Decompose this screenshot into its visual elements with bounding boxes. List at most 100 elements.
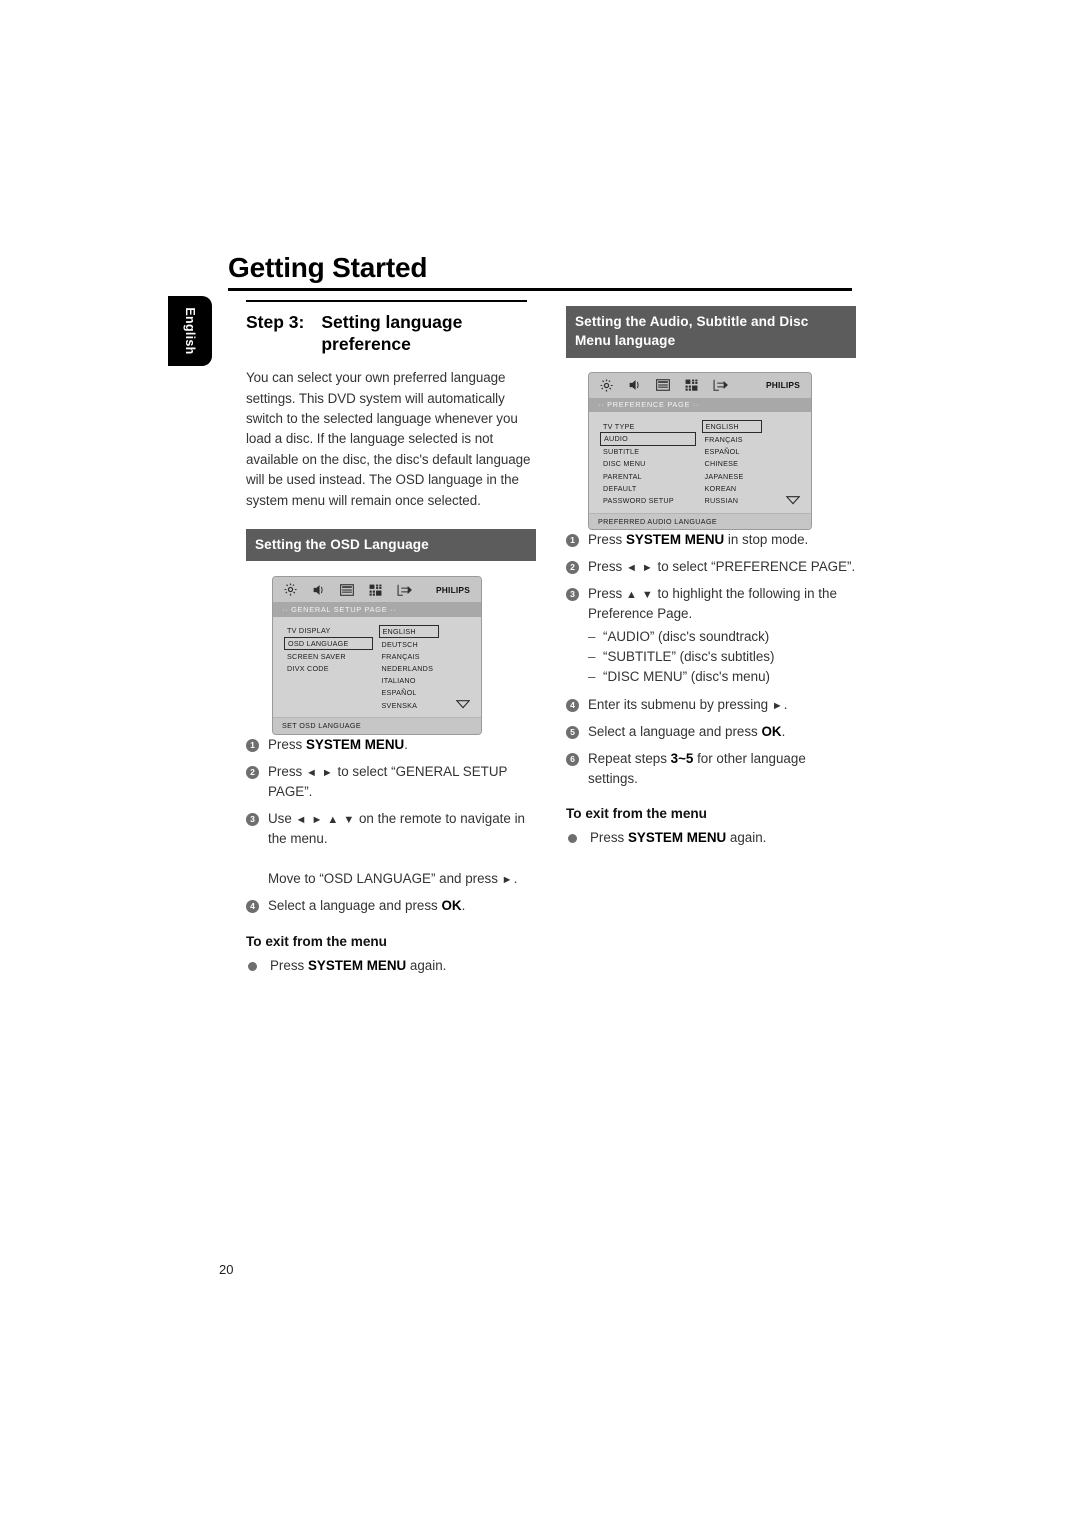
step-marker: 4 xyxy=(566,698,579,712)
section-header-osd-language: Setting the OSD Language xyxy=(246,528,536,562)
list-item: Press SYSTEM MENU again. xyxy=(246,956,536,976)
step-text: Press SYSTEM MENU in stop mode. xyxy=(588,532,809,548)
step-marker: 2 xyxy=(246,765,259,779)
pref-option[interactable]: KOREAN xyxy=(702,482,804,494)
list-item: 3 Press ▲ ▼ to highlight the following i… xyxy=(566,584,856,688)
exit-menu-list: Press SYSTEM MENU again. xyxy=(566,828,856,848)
step-marker: 2 xyxy=(566,561,579,575)
dash-marker: – xyxy=(588,669,596,685)
pref-menu-item[interactable]: TV TYPE xyxy=(600,420,702,432)
list-item: 4 Select a language and press OK. xyxy=(246,896,536,916)
osd-screen-body: TV DISPLAY OSD LANGUAGE SCREEN SAVER DIV… xyxy=(273,616,481,718)
intro-paragraph: You can select your own preferred langua… xyxy=(246,370,531,508)
exit-arrow-icon xyxy=(713,379,729,391)
osd-option[interactable]: NEDERLANDS xyxy=(379,662,474,674)
left-column: Step 3: Setting language preference You … xyxy=(246,300,536,983)
title-rule xyxy=(228,288,852,291)
step-text: Press ◄ ► to select “PREFERENCE PAGE”. xyxy=(588,559,856,575)
osd-menu-item[interactable]: TV DISPLAY xyxy=(284,625,379,637)
osd-option[interactable]: ESPAÑOL xyxy=(379,687,474,699)
pref-option[interactable]: FRANÇAIS xyxy=(702,433,804,445)
sub-list-text: “SUBTITLE” (disc's subtitles) xyxy=(603,648,775,664)
osd-option-selected[interactable]: ENGLISH xyxy=(378,624,439,639)
pref-option[interactable]: CHINESE xyxy=(702,458,804,470)
osd-menu-item[interactable]: DIVX CODE xyxy=(284,662,379,674)
scroll-down-arrow-icon[interactable] xyxy=(455,700,471,711)
tv-display-icon xyxy=(656,379,670,391)
pref-screen-body: TV TYPE AUDIO SUBTITLE DISC MENU PARENTA… xyxy=(589,412,811,513)
tv-display-icon xyxy=(340,583,354,596)
osd-option[interactable]: ITALIANO xyxy=(379,675,474,687)
step-marker: 4 xyxy=(246,900,259,914)
page-number: 20 xyxy=(219,1262,234,1277)
step-rule xyxy=(246,300,527,302)
list-item: 2 Press ◄ ► to select “PREFERENCE PAGE”. xyxy=(566,557,856,577)
step-number: Step 3: xyxy=(246,311,305,332)
list-item: 1 Press SYSTEM MENU in stop mode. xyxy=(566,530,856,550)
preference-procedure-list: 1 Press SYSTEM MENU in stop mode. 2 Press … xyxy=(566,530,856,789)
preference-setup-screen-mock: PHILIPS ·· PREFERENCE PAGE ·· TV TYPE AU… xyxy=(588,371,812,531)
step-text: Press SYSTEM MENU. xyxy=(268,736,408,752)
preference-sub-list: – “AUDIO” (disc's soundtrack) – “SUBTITLE”… xyxy=(588,627,856,687)
pref-menu-item-selected[interactable]: AUDIO xyxy=(600,432,696,446)
list-item: 3 Use ◄ ► ▲ ▼ on the remote to navigate i… xyxy=(246,809,536,889)
pref-menu-item[interactable]: DISC MENU xyxy=(600,458,702,470)
exit-arrow-icon xyxy=(397,584,413,596)
pref-option[interactable]: JAPANESE xyxy=(702,470,804,482)
step-heading: Step 3: Setting language preference xyxy=(246,311,536,356)
pref-screen-status-bar: PREFERRED AUDIO LANGUAGE xyxy=(589,512,811,530)
osd-screen-status-bar: SET OSD LANGUAGE xyxy=(273,717,481,734)
list-item: 4 Enter its submenu by pressing ►. xyxy=(566,695,856,715)
dash-marker: – xyxy=(588,628,596,644)
pref-option-selected[interactable]: ENGLISH xyxy=(701,420,762,434)
step-title: Setting language preference xyxy=(321,311,463,354)
osd-menu-item-selected[interactable]: OSD LANGUAGE xyxy=(284,636,373,651)
step-text: Use ◄ ► ▲ ▼ on the remote to navigate in… xyxy=(268,811,525,887)
dash-marker: – xyxy=(588,648,596,664)
right-column: Setting the Audio, Subtitle and Disc Men… xyxy=(566,306,856,855)
list-item: 6 Repeat steps 3~5 for other language set… xyxy=(566,749,856,789)
step-text: Repeat steps 3~5 for other language sett… xyxy=(588,751,806,787)
step-marker: 3 xyxy=(246,813,259,827)
philips-logo: PHILIPS xyxy=(766,380,800,391)
step-text: Enter its submenu by pressing ►. xyxy=(588,696,788,712)
step-text: Press ▲ ▼ to highlight the following in … xyxy=(588,584,856,688)
osd-option[interactable]: DEUTSCH xyxy=(379,638,474,650)
exit-menu-heading: To exit from the menu xyxy=(566,806,707,822)
step-marker: 3 xyxy=(566,588,579,602)
bullet-icon xyxy=(248,961,257,971)
step-text: Select a language and press OK. xyxy=(588,723,786,739)
pref-option[interactable]: ESPAÑOL xyxy=(702,446,804,458)
step-text: Select a language and press OK. xyxy=(268,898,466,914)
pref-screen-option-list: ENGLISH FRANÇAIS ESPAÑOL CHINESE JAPANES… xyxy=(701,420,804,507)
bullet-icon xyxy=(568,834,577,844)
step-text: Press ◄ ► to select “GENERAL SETUP PAGE”… xyxy=(268,763,508,799)
grid-icon xyxy=(685,379,698,391)
gear-icon xyxy=(600,379,613,392)
pref-menu-item[interactable]: PASSWORD SETUP xyxy=(600,494,702,506)
manual-page: Getting Started English Step 3: Setting … xyxy=(0,0,1080,1528)
sub-list-item: – “AUDIO” (disc's soundtrack) xyxy=(588,627,856,646)
step-marker: 6 xyxy=(566,753,579,767)
gear-icon xyxy=(284,583,297,596)
pref-menu-item[interactable]: DEFAULT xyxy=(600,482,702,494)
sub-list-text: “AUDIO” (disc's soundtrack) xyxy=(603,628,770,644)
exit-menu-list: Press SYSTEM MENU again. xyxy=(246,956,536,976)
scroll-down-arrow-icon[interactable] xyxy=(785,495,801,507)
step-text-body: Press ▲ ▼ to highlight the following in … xyxy=(588,586,837,622)
pref-screen-icon-bar: PHILIPS xyxy=(589,372,811,398)
pref-menu-item[interactable]: PARENTAL xyxy=(600,470,702,482)
grid-icon xyxy=(369,584,382,596)
sub-list-text: “DISC MENU” (disc's menu) xyxy=(603,669,770,685)
exit-menu-heading: To exit from the menu xyxy=(246,933,387,949)
osd-menu-item[interactable]: SCREEN SAVER xyxy=(284,650,379,662)
pref-menu-item[interactable]: SUBTITLE xyxy=(600,446,702,458)
language-side-tab-label: English xyxy=(183,307,197,355)
step-marker: 1 xyxy=(566,534,579,548)
speaker-icon xyxy=(628,379,641,391)
osd-screen-page-label: ·· GENERAL SETUP PAGE ·· xyxy=(273,602,481,617)
step-marker: 1 xyxy=(246,738,259,752)
osd-option[interactable]: FRANÇAIS xyxy=(379,650,474,662)
page-title: Getting Started xyxy=(228,252,428,283)
list-item: Press SYSTEM MENU again. xyxy=(566,828,856,848)
